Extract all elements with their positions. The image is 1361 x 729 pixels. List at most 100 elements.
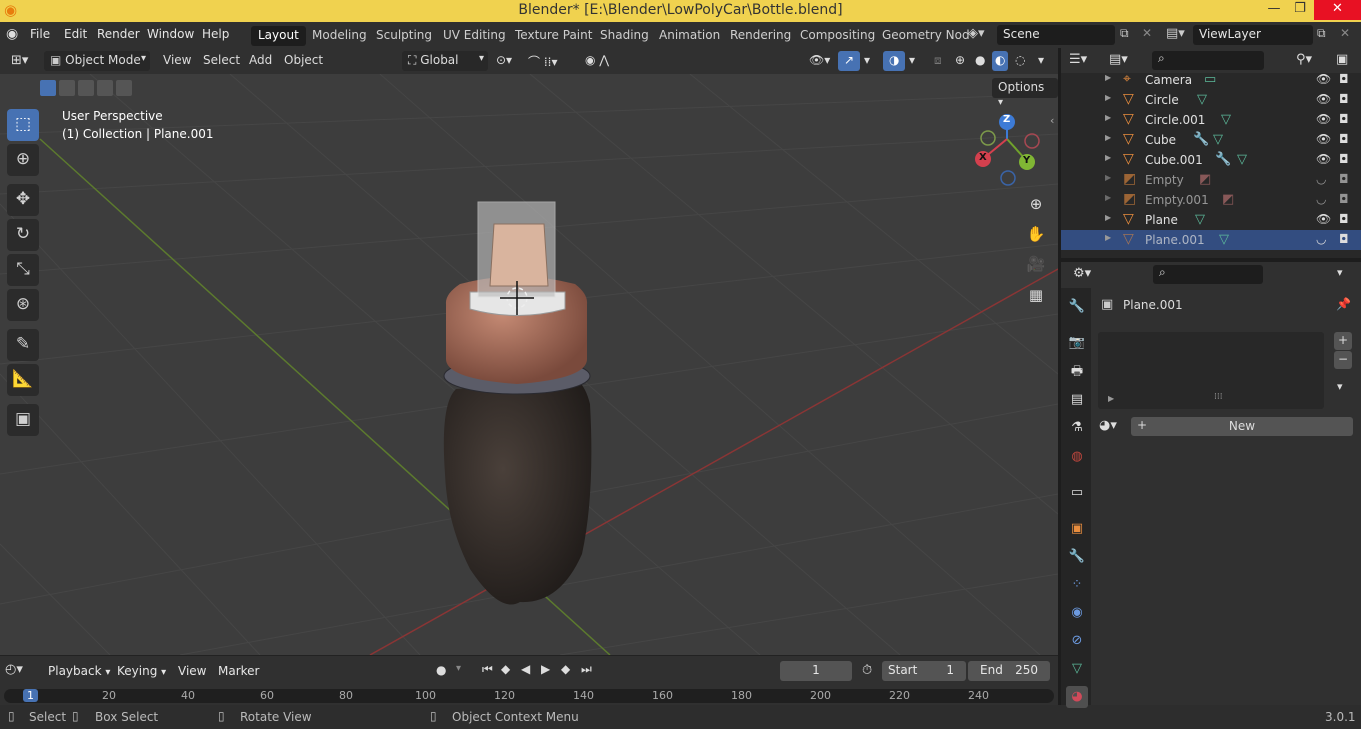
eye-hidden-icon[interactable]: ◡ [1316, 232, 1326, 246]
particles-tab-icon[interactable]: ⁘ [1066, 574, 1088, 596]
render-tab-icon[interactable]: 📷 [1066, 332, 1088, 354]
outliner-row[interactable]: ▶ ▽ Circle ▽ 👁 ◘ [1061, 90, 1361, 110]
menu-marker[interactable]: Marker [218, 664, 259, 678]
select-invert-icon[interactable] [97, 80, 113, 96]
gizmo-options-icon[interactable]: ▾ [858, 51, 876, 71]
jump-start-icon[interactable]: ⏮ [482, 662, 493, 677]
render-camera-icon[interactable]: ◘ [1339, 232, 1349, 246]
tab-texture-paint[interactable]: Texture Paint [508, 26, 599, 46]
render-camera-icon[interactable]: ◘ [1339, 172, 1349, 186]
expand-arrow-icon[interactable]: ▶ [1105, 73, 1111, 82]
snap-icon[interactable]: ⌒ ⁞⁞▾ [522, 51, 563, 71]
rotate-tool-icon[interactable]: ↻ [7, 219, 39, 251]
eye-icon[interactable]: 👁 [1316, 112, 1331, 126]
outliner-editor-type-icon[interactable]: ☰▾ [1069, 52, 1087, 67]
tab-rendering[interactable]: Rendering [723, 26, 798, 46]
data-tab-icon[interactable]: ▽ [1066, 658, 1088, 680]
move-tool-icon[interactable]: ✥ [7, 184, 39, 216]
pin-icon[interactable]: 📌 [1336, 297, 1351, 311]
tab-layout[interactable]: Layout [251, 26, 306, 46]
menu-select[interactable]: Select [197, 51, 246, 71]
cursor-tool-icon[interactable]: ⊕ [7, 144, 39, 176]
eye-icon[interactable]: 👁 [1316, 132, 1331, 146]
eye-icon[interactable]: 👁 [1316, 152, 1331, 166]
tab-sculpting[interactable]: Sculpting [369, 26, 439, 46]
close-window-button[interactable]: ✕ [1314, 0, 1361, 20]
select-new-icon[interactable] [40, 80, 56, 96]
properties-editor-type-icon[interactable]: ⚙▾ [1073, 266, 1091, 281]
outliner-row[interactable]: ▶ ▽ Plane ▽ 👁 ◘ [1061, 210, 1361, 230]
play-icon[interactable]: ▶ [541, 662, 550, 676]
properties-options-icon[interactable]: ▾ [1337, 266, 1343, 279]
outliner-row[interactable]: ▶ ◩ Empty.001 ◩ ◡ ◘ [1061, 190, 1361, 210]
list-expand-icon[interactable]: ▶ [1108, 394, 1114, 403]
expand-arrow-icon[interactable]: ▶ [1105, 193, 1111, 202]
expand-arrow-icon[interactable]: ▶ [1105, 113, 1111, 122]
preview-range-icon[interactable]: ⏱ [862, 663, 872, 678]
expand-arrow-icon[interactable]: ▶ [1105, 213, 1111, 222]
tab-geometry-nodes[interactable]: Geometry Nod [875, 26, 977, 46]
tab-compositing[interactable]: Compositing [793, 26, 882, 46]
remove-scene-icon[interactable]: ✕ [1142, 26, 1152, 40]
viewlayer-selector-icon[interactable]: ▤▾ [1166, 26, 1185, 41]
menu-object[interactable]: Object [278, 51, 329, 71]
zoom-icon[interactable]: ⊕ [1022, 190, 1050, 218]
object-tab-icon[interactable]: ▣ [1066, 518, 1088, 540]
editor-type-icon[interactable]: ⊞▾ [5, 51, 34, 71]
sidebar-toggle-icon[interactable]: ‹ [1050, 114, 1054, 127]
collection-tab-icon[interactable]: ▭ [1066, 482, 1088, 504]
menu-view[interactable]: View [157, 51, 197, 71]
auto-key-options-icon[interactable]: ▾ [456, 663, 461, 674]
outliner-row-selected[interactable]: ▶ ▽ Plane.001 ▽ ◡ ◘ [1061, 230, 1361, 250]
current-frame-field[interactable]: 1 [780, 661, 852, 681]
menu-timeline-view[interactable]: View [178, 664, 206, 678]
tab-uv-editing[interactable]: UV Editing [436, 26, 513, 46]
add-slot-icon[interactable]: + [1334, 332, 1352, 350]
gizmo-toggle-icon[interactable]: ↗ [838, 51, 861, 71]
menu-render[interactable]: Render [97, 27, 140, 41]
outliner-row[interactable]: ▶ ◩ Empty ◩ ◡ ◘ [1061, 170, 1361, 190]
shading-options-icon[interactable]: ▾ [1032, 51, 1050, 71]
constraints-tab-icon[interactable]: ⊘ [1066, 630, 1088, 652]
new-viewlayer-icon[interactable]: ⧉ [1317, 26, 1326, 41]
pan-hand-icon[interactable]: ✋ [1022, 220, 1050, 248]
menu-playback[interactable]: Playback ▾ [48, 664, 110, 678]
tab-animation[interactable]: Animation [652, 26, 727, 46]
material-preview-icon[interactable]: ◐ [992, 51, 1009, 71]
render-camera-icon[interactable]: ◘ [1339, 72, 1349, 86]
playhead-frame[interactable]: 1 [23, 689, 38, 702]
ortho-toggle-icon[interactable]: ▦ [1022, 281, 1050, 309]
expand-arrow-icon[interactable]: ▶ [1105, 93, 1111, 102]
start-frame-field[interactable]: Start 1 [882, 661, 966, 681]
add-cube-tool-icon[interactable]: ▣ [7, 404, 39, 436]
scale-tool-icon[interactable]: ⤡ [7, 254, 39, 286]
play-reverse-icon[interactable]: ◀ [521, 662, 530, 676]
browse-material-icon[interactable]: ◕▾ [1099, 418, 1117, 433]
tab-shading[interactable]: Shading [593, 26, 656, 46]
outliner-row[interactable]: ▶ ▽ Circle.001 ▽ 👁 ◘ [1061, 110, 1361, 130]
end-frame-field[interactable]: End 250 [968, 661, 1050, 681]
remove-viewlayer-icon[interactable]: ✕ [1340, 26, 1350, 40]
display-mode-icon[interactable]: ▤▾ [1109, 52, 1128, 67]
scene-name-field[interactable]: Scene [997, 25, 1115, 45]
new-collection-icon[interactable]: ▣ [1336, 52, 1348, 67]
wireframe-shading-icon[interactable]: ⊕ [952, 51, 968, 71]
jump-end-icon[interactable]: ⏭ [581, 662, 592, 677]
material-slot-list[interactable]: ▶ ⁞⁞⁞ [1098, 332, 1324, 409]
prev-keyframe-icon[interactable]: ◆ [501, 662, 510, 676]
material-tab-icon[interactable]: ◕ [1066, 686, 1088, 708]
outliner-row[interactable]: ▶ ⌖ Camera ▭ 👁 ◘ [1061, 70, 1361, 90]
eye-hidden-icon[interactable]: ◡ [1316, 192, 1326, 206]
options-dropdown[interactable]: Options ▾ [992, 78, 1058, 108]
blender-menu-icon[interactable]: ◉ [6, 26, 18, 42]
rendered-shading-icon[interactable]: ◌ [1012, 51, 1028, 71]
object-visibility-icon[interactable]: 👁▾ [803, 51, 836, 71]
eye-hidden-icon[interactable]: ◡ [1316, 172, 1326, 186]
outliner-search-input[interactable]: ⌕ [1152, 51, 1264, 70]
eye-icon[interactable]: 👁 [1316, 92, 1331, 106]
menu-window[interactable]: Window [147, 27, 194, 41]
scene-selector-icon[interactable]: ◈▾ [968, 26, 985, 41]
new-scene-icon[interactable]: ⧉ [1120, 26, 1129, 41]
proportional-edit-icon[interactable]: ◉ ⋀ [579, 51, 615, 71]
expand-arrow-icon[interactable]: ▶ [1105, 153, 1111, 162]
